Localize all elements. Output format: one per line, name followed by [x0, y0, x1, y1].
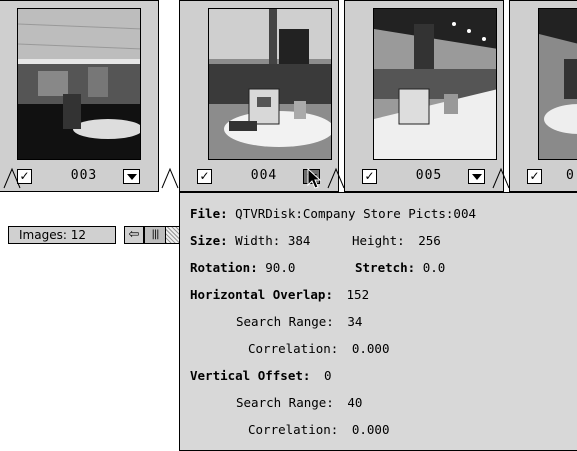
vertical-offset-value: 0: [323, 368, 332, 383]
frame-thumbnail: [538, 8, 577, 160]
frame-toolbar: ✓ 0: [510, 166, 577, 188]
h-search-range-row: Search Range: 34: [236, 314, 362, 329]
search-range-label: Search Range:: [236, 314, 334, 329]
horizontal-overlap-label: Horizontal Overlap:: [190, 287, 333, 302]
frame-seam: [327, 167, 345, 189]
size-row: Size: Width: 384: [190, 233, 310, 248]
triangle-down-icon: [127, 174, 137, 180]
frame-seam: [492, 167, 510, 189]
height-value: 256: [418, 233, 441, 248]
correlation-value: 0.000: [351, 422, 390, 437]
stretch-value: 0.0: [422, 260, 446, 275]
image-info-panel: File: QTVRDisk:Company Store Picts:004 S…: [179, 192, 577, 451]
horizontal-overlap-value: 152: [346, 287, 370, 302]
vertical-offset-label: Vertical Offset:: [190, 368, 311, 383]
arrow-cursor-icon: [307, 168, 322, 189]
vertical-offset-row: Vertical Offset: 0: [190, 368, 331, 383]
search-range-label: Search Range:: [236, 395, 334, 410]
search-range-value: 34: [347, 314, 363, 329]
frame-005[interactable]: ✓ 005: [344, 0, 504, 192]
width-value: 384: [287, 233, 311, 248]
frame-toolbar: ✓ 005: [345, 166, 503, 188]
correlation-label: Correlation:: [248, 341, 339, 356]
frame-toolbar: ✓ 003: [0, 166, 158, 188]
height-row: Height: 256: [352, 233, 441, 248]
frame-number: 004: [250, 168, 278, 183]
scroll-left-arrow-icon[interactable]: ⇦: [124, 226, 144, 244]
stretch-label: Stretch:: [355, 260, 416, 275]
size-label: Size:: [190, 233, 228, 248]
horizontal-overlap-row: Horizontal Overlap: 152: [190, 287, 369, 302]
scroll-thumb[interactable]: |||: [144, 226, 166, 244]
rotation-label: Rotation:: [190, 260, 258, 275]
correlation-value: 0.000: [351, 341, 390, 356]
frame-seam: [161, 167, 179, 189]
rotation-value: 90.0: [265, 260, 296, 275]
file-label: File:: [190, 206, 228, 221]
frame-thumbnail: [17, 8, 141, 160]
include-checkbox[interactable]: ✓: [197, 169, 212, 184]
search-range-value: 40: [347, 395, 363, 410]
file-row: File: QTVRDisk:Company Store Picts:004: [190, 206, 476, 221]
height-label: Height:: [352, 233, 405, 248]
scroll-track[interactable]: [166, 226, 180, 244]
frame-number: 0: [566, 168, 575, 183]
frame-thumbnail: [373, 8, 497, 160]
frame-003[interactable]: ✓ 003: [0, 0, 159, 192]
include-checkbox[interactable]: ✓: [527, 169, 542, 184]
v-correlation-row: Correlation: 0.000: [248, 422, 389, 437]
width-label: Width:: [235, 233, 281, 248]
frame-thumbnail: [208, 8, 332, 160]
h-correlation-row: Correlation: 0.000: [248, 341, 389, 356]
stretch-row: Stretch: 0.0: [355, 260, 445, 275]
include-checkbox[interactable]: ✓: [362, 169, 377, 184]
frame-menu-button[interactable]: [468, 169, 485, 184]
correlation-label: Correlation:: [248, 422, 339, 437]
v-search-range-row: Search Range: 40: [236, 395, 362, 410]
triangle-down-icon: [472, 174, 482, 180]
frame-number: 003: [70, 168, 98, 183]
rotation-row: Rotation: 90.0: [190, 260, 295, 275]
file-value: QTVRDisk:Company Store Picts:004: [235, 206, 476, 221]
frame-006[interactable]: ✓ 0: [509, 0, 577, 192]
images-count: Images: 12: [8, 226, 116, 244]
frame-number: 005: [415, 168, 443, 183]
frame-menu-button[interactable]: [123, 169, 140, 184]
frame-004[interactable]: ✓ 004: [179, 0, 339, 192]
frame-seam: [3, 167, 21, 189]
